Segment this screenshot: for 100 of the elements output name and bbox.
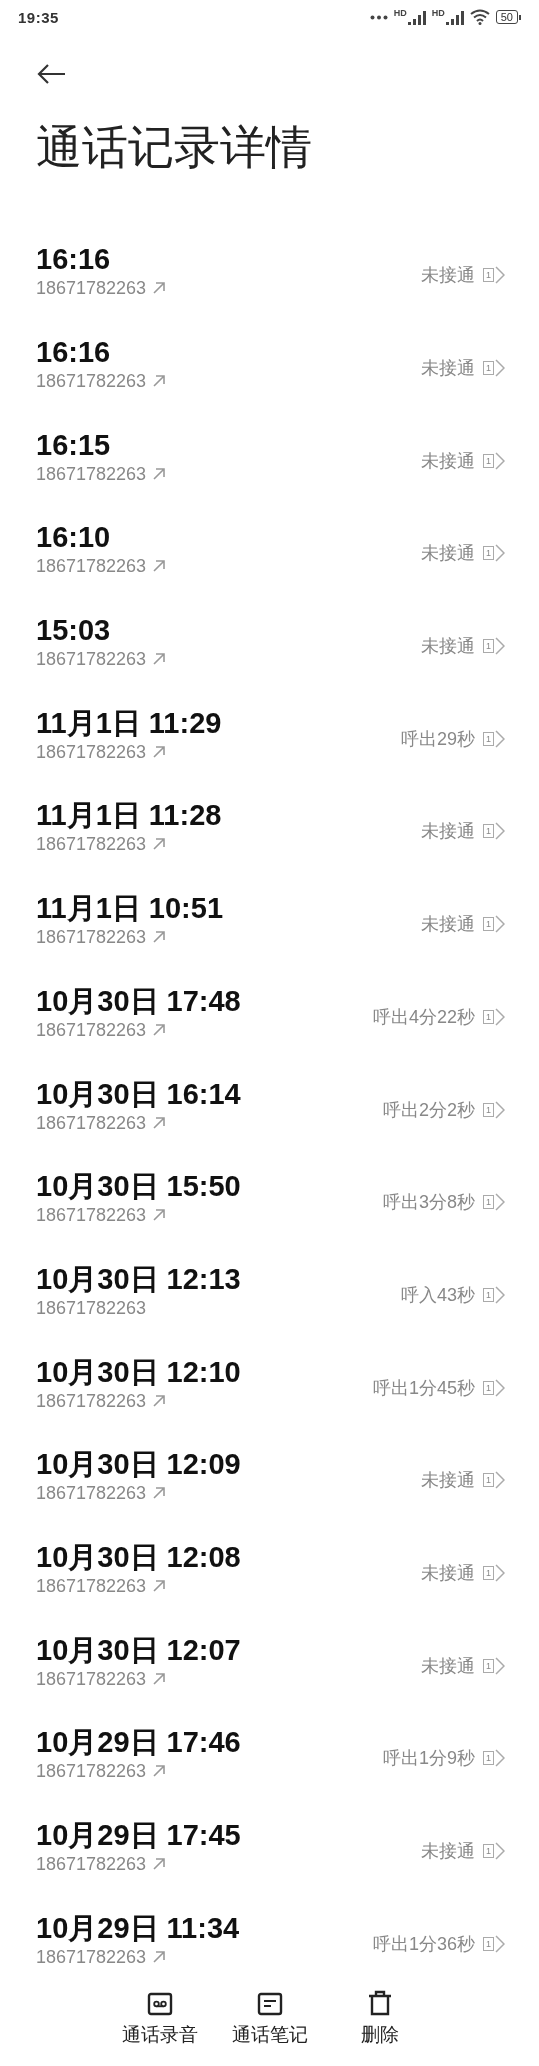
sim-badge: 1 [483, 1102, 494, 1117]
sim-badge: 1 [483, 1936, 494, 1951]
call-time: 11月1日 11:29 [36, 706, 222, 739]
chevron-icon[interactable] [495, 266, 505, 285]
call-time: 10月29日 11:34 [36, 1911, 240, 1944]
call-result: 未接通 [421, 264, 475, 288]
call-time: 16:15 [36, 428, 112, 461]
call-time: 10月30日 12:08 [36, 1540, 241, 1573]
call-time: 10月30日 12:10 [36, 1355, 241, 1388]
call-result: 呼入43秒 [400, 1283, 475, 1307]
call-time: 10月30日 17:48 [36, 984, 241, 1017]
call-time: 16:16 [36, 336, 112, 368]
network-label: HD [431, 9, 445, 18]
chevron-icon[interactable] [495, 359, 505, 377]
sim-badge: 1 [483, 731, 494, 746]
phone-number: 18671782263 [36, 1018, 147, 1041]
page-title: 通话记录详情 [36, 119, 313, 175]
call-result: 未接通 [421, 449, 475, 473]
chevron-icon[interactable] [495, 1471, 505, 1490]
phone-number: 18671782263 [36, 370, 147, 392]
phone-number: 18671782263 [36, 277, 147, 300]
chevron-icon[interactable] [495, 544, 505, 563]
chevron-icon[interactable] [495, 915, 505, 934]
chevron-icon[interactable] [495, 1656, 505, 1675]
call-time: 11月1日 11:28 [36, 799, 222, 832]
phone-number: 18671782263 [36, 1111, 147, 1134]
call-time: 10月29日 17:46 [36, 1726, 241, 1759]
call-result: 未接通 [421, 1561, 475, 1585]
trash-icon [366, 1990, 393, 2017]
call-result: 呼出2分2秒 [382, 1098, 475, 1122]
chevron-icon[interactable] [495, 1563, 505, 1582]
dots-icon [369, 14, 388, 20]
phone-number: 18671782263 [36, 555, 147, 578]
call-time: 10月30日 12:13 [36, 1262, 241, 1295]
chevron-icon[interactable] [495, 729, 505, 748]
phone-number: 18671782263 [36, 1760, 147, 1783]
call-time: 16:10 [36, 521, 112, 554]
call-result: 未接通 [421, 913, 475, 937]
action-button[interactable]: 通话录音 [111, 1990, 208, 2066]
signal-icon [407, 9, 426, 25]
chevron-icon[interactable] [495, 1378, 505, 1397]
phone-number: 18671782263 [36, 926, 147, 949]
call-time: 15:03 [36, 614, 112, 647]
action-button[interactable]: 删除 [331, 1990, 428, 2066]
wifi-icon [469, 9, 490, 25]
sim-badge: 1 [483, 1287, 494, 1302]
chevron-icon[interactable] [495, 1749, 505, 1768]
sim-badge: 1 [483, 1009, 494, 1024]
sim-badge: 1 [483, 824, 494, 839]
clock: 19:35 [18, 8, 59, 26]
call-time: 10月30日 12:07 [36, 1633, 241, 1666]
sim-badge: 1 [483, 639, 494, 654]
sim-badge: 1 [483, 1658, 494, 1673]
phone-number: 18671782263 [36, 1204, 147, 1227]
call-result: 呼出1分45秒 [372, 1376, 475, 1400]
call-result: 未接通 [421, 1840, 475, 1863]
chevron-icon[interactable] [495, 1934, 505, 1953]
call-time: 10月29日 17:45 [36, 1819, 241, 1851]
phone-number: 18671782263 [36, 1574, 147, 1597]
chevron-icon[interactable] [495, 822, 505, 841]
phone-number: 18671782263 [36, 1853, 147, 1875]
phone-number: 18671782263 [36, 1296, 147, 1319]
sim-badge: 1 [483, 546, 494, 561]
sim-badge: 1 [483, 1473, 494, 1488]
note-icon [256, 1990, 283, 2017]
chevron-icon[interactable] [495, 1007, 505, 1026]
chevron-icon[interactable] [495, 1193, 505, 1212]
call-result: 未接通 [421, 635, 475, 659]
sim-badge: 1 [483, 1380, 494, 1395]
network-label: HD [393, 9, 407, 18]
phone-number: 18671782263 [36, 833, 147, 856]
call-result: 呼出1分9秒 [382, 1747, 475, 1771]
call-result: 呼出4分22秒 [372, 1005, 475, 1029]
sim-badge: 1 [483, 917, 494, 932]
call-time: 11月1日 10:51 [36, 892, 223, 925]
action-button[interactable]: 通话笔记 [221, 1990, 318, 2066]
call-time: 10月30日 15:50 [36, 1170, 241, 1203]
call-result: 呼出29秒 [400, 727, 475, 751]
chevron-icon[interactable] [495, 451, 505, 470]
call-result: 呼出3分8秒 [382, 1191, 475, 1215]
battery-icon: 50 [495, 10, 521, 24]
sim-badge: 1 [483, 1195, 494, 1210]
phone-number: 18671782263 [36, 1482, 147, 1505]
call-result: 未接通 [421, 1469, 475, 1493]
call-time: 10月30日 12:09 [36, 1448, 241, 1481]
chevron-icon[interactable] [495, 1100, 505, 1119]
call-result: 未接通 [421, 820, 475, 844]
call-result: 未接通 [421, 357, 475, 380]
call-result: 未接通 [421, 1654, 475, 1678]
phone-number: 18671782263 [36, 1667, 147, 1690]
phone-number: 18671782263 [36, 1389, 147, 1412]
phone-number: 18671782263 [36, 648, 147, 671]
chevron-icon[interactable] [495, 1842, 505, 1860]
chevron-icon[interactable] [495, 637, 505, 656]
chevron-icon[interactable] [495, 1285, 505, 1304]
phone-number: 18671782263 [36, 1945, 147, 1968]
sim-badge: 1 [483, 1844, 494, 1858]
sim-badge: 1 [483, 361, 494, 375]
call-time: 10月30日 16:14 [36, 1077, 241, 1110]
sim-badge: 1 [483, 1751, 494, 1766]
